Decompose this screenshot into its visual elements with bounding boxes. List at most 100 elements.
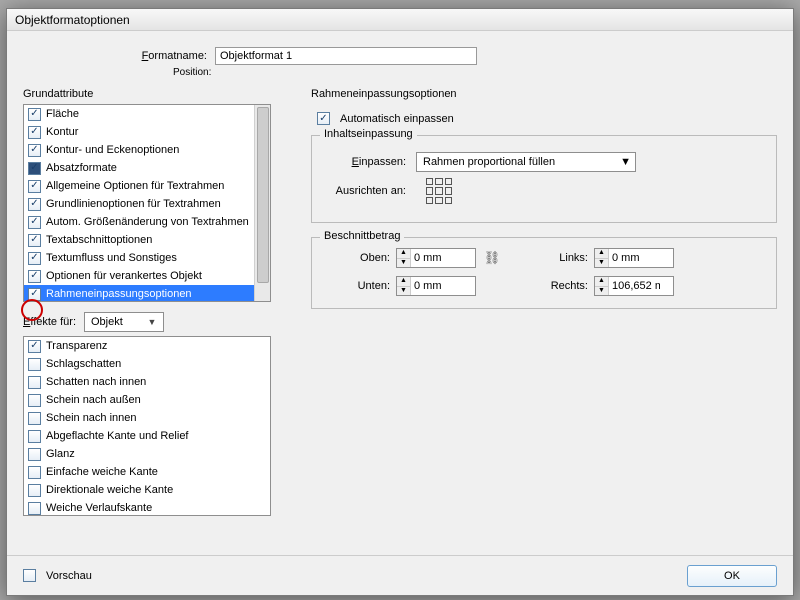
list-item-label: Schlagschatten [46, 358, 121, 370]
auto-fit-checkbox[interactable] [317, 112, 330, 125]
list-item-label: Allgemeine Optionen für Textrahmen [46, 180, 224, 192]
list-item[interactable]: Schein nach innen [24, 409, 270, 427]
content-fitting-title: Inhaltseinpassung [320, 128, 417, 140]
basic-attributes-title: Grundattribute [23, 88, 283, 100]
auto-fit-row: Automatisch einpassen [317, 112, 777, 125]
checkbox[interactable] [28, 108, 41, 121]
list-item[interactable]: Allgemeine Optionen für Textrahmen [24, 177, 270, 195]
list-item-label: Abgeflachte Kante und Relief [46, 430, 189, 442]
checkbox[interactable] [28, 216, 41, 229]
list-item[interactable]: Rahmeneinpassungsoptionen [24, 285, 270, 302]
crop-right-input[interactable]: ▲▼ [594, 276, 674, 296]
list-item[interactable]: Einfache weiche Kante [24, 463, 270, 481]
list-item[interactable]: Absatzformate [24, 159, 270, 177]
list-item[interactable]: Abgeflachte Kante und Relief [24, 427, 270, 445]
left-column: Grundattribute Fläche Kontur Kontur- und E… [23, 88, 283, 516]
list-item-label: Direktionale weiche Kante [46, 484, 173, 496]
checkbox[interactable] [28, 252, 41, 265]
ok-button[interactable]: OK [687, 565, 777, 587]
chevron-down-icon: ▼ [620, 156, 631, 168]
chevron-down-icon: ▼ [145, 317, 159, 327]
list-item[interactable]: Fläche [24, 105, 270, 123]
checkbox[interactable] [28, 448, 41, 461]
list-item-label: Textabschnittoptionen [46, 234, 152, 246]
checkbox[interactable] [28, 288, 41, 301]
list-item-label: Schatten nach innen [46, 376, 146, 388]
checkbox[interactable] [28, 430, 41, 443]
checkbox[interactable] [28, 162, 41, 175]
crop-top-input[interactable]: ▲▼ [396, 248, 476, 268]
fit-value: Rahmen proportional füllen [423, 156, 555, 168]
checkbox[interactable] [28, 198, 41, 211]
dialog-content: Formatname: Position: Grundattribute Flä… [7, 31, 793, 516]
list-item[interactable]: Kontur- und Eckenoptionen [24, 141, 270, 159]
list-item[interactable]: Kontur [24, 123, 270, 141]
list-item[interactable]: Schatten nach innen [24, 373, 270, 391]
format-name-input[interactable] [215, 47, 477, 65]
list-item-label: Weiche Verlaufskante [46, 502, 152, 514]
align-label: Ausrichten an: [326, 185, 406, 197]
content-fitting-group: Inhaltseinpassung Einpassen: Rahmen prop… [311, 135, 777, 223]
list-item[interactable]: Grundlinienoptionen für Textrahmen [24, 195, 270, 213]
right-column: Rahmeneinpassungsoptionen Automatisch ei… [311, 88, 777, 516]
checkbox[interactable] [28, 358, 41, 371]
list-item[interactable]: Schein nach außen [24, 391, 270, 409]
list-item-label: Kontur [46, 126, 78, 138]
checkbox[interactable] [28, 466, 41, 479]
footer: Vorschau OK [7, 555, 793, 595]
effects-for-row: Effekte für: Objekt ▼ [23, 312, 283, 332]
checkbox[interactable] [28, 126, 41, 139]
checkbox[interactable] [28, 502, 41, 515]
list-item[interactable]: Glanz [24, 445, 270, 463]
list-item[interactable]: Direktionale weiche Kante [24, 481, 270, 499]
checkbox[interactable] [28, 376, 41, 389]
checkbox[interactable] [28, 270, 41, 283]
window-title: Objektformatoptionen [15, 13, 130, 27]
preview-checkbox[interactable] [23, 569, 36, 582]
crop-left-input[interactable]: ▲▼ [594, 248, 674, 268]
list-item[interactable]: Optionen für verankertes Objekt [24, 267, 270, 285]
checkbox[interactable] [28, 394, 41, 407]
list-item-label: Rahmeneinpassungsoptionen [46, 288, 192, 300]
checkbox[interactable] [28, 412, 41, 425]
fit-row: Einpassen: Rahmen proportional füllen ▼ [326, 152, 762, 172]
list-item-label: Schein nach innen [46, 412, 137, 424]
checkbox[interactable] [28, 144, 41, 157]
list-item-label: Transparenz [46, 340, 107, 352]
list-item[interactable]: Textumfluss und Sonstiges [24, 249, 270, 267]
effects-for-label: Effekte für: [23, 316, 76, 328]
crop-group: Beschnittbetrag Oben: ▲▼ ⛓ Links: ▲▼ [311, 237, 777, 309]
effects-list[interactable]: Transparenz Schlagschatten Schatten nach i… [23, 336, 271, 516]
checkbox[interactable] [28, 180, 41, 193]
list-item-label: Autom. Größenänderung von Textrahmen [46, 216, 249, 228]
list-item[interactable]: Schlagschatten [24, 355, 270, 373]
scrollbar[interactable] [254, 105, 270, 301]
list-item[interactable]: Autom. Größenänderung von Textrahmen [24, 213, 270, 231]
list-item-label: Textumfluss und Sonstiges [46, 252, 177, 264]
effects-for-value: Objekt [91, 316, 123, 328]
list-item-label: Schein nach außen [46, 394, 141, 406]
dialog-window: Objektformatoptionen Formatname: Positio… [6, 8, 794, 596]
link-icon[interactable]: ⛓ [482, 250, 502, 266]
list-item[interactable]: Weiche Verlaufskante [24, 499, 270, 517]
checkbox[interactable] [28, 234, 41, 247]
scrollbar-thumb[interactable] [257, 107, 269, 283]
anchor-grid[interactable] [426, 178, 452, 204]
auto-fit-label: Automatisch einpassen [340, 113, 454, 125]
basic-attributes-list[interactable]: Fläche Kontur Kontur- und EckenoptionenAbs… [23, 104, 271, 302]
fit-select[interactable]: Rahmen proportional füllen ▼ [416, 152, 636, 172]
checkbox[interactable] [28, 484, 41, 497]
list-item[interactable]: Textabschnittoptionen [24, 231, 270, 249]
list-item[interactable]: Transparenz [24, 337, 270, 355]
crop-title: Beschnittbetrag [320, 230, 404, 242]
list-item-label: Einfache weiche Kante [46, 466, 158, 478]
list-item-label: Fläche [46, 108, 79, 120]
crop-bottom-label: Unten: [326, 280, 390, 292]
effects-for-select[interactable]: Objekt ▼ [84, 312, 164, 332]
crop-bottom-input[interactable]: ▲▼ [396, 276, 476, 296]
format-name-label: Formatname: [123, 50, 207, 62]
list-item-label: Optionen für verankertes Objekt [46, 270, 202, 282]
frame-fitting-title: Rahmeneinpassungsoptionen [311, 88, 777, 100]
checkbox[interactable] [28, 340, 41, 353]
list-item-label: Glanz [46, 448, 75, 460]
